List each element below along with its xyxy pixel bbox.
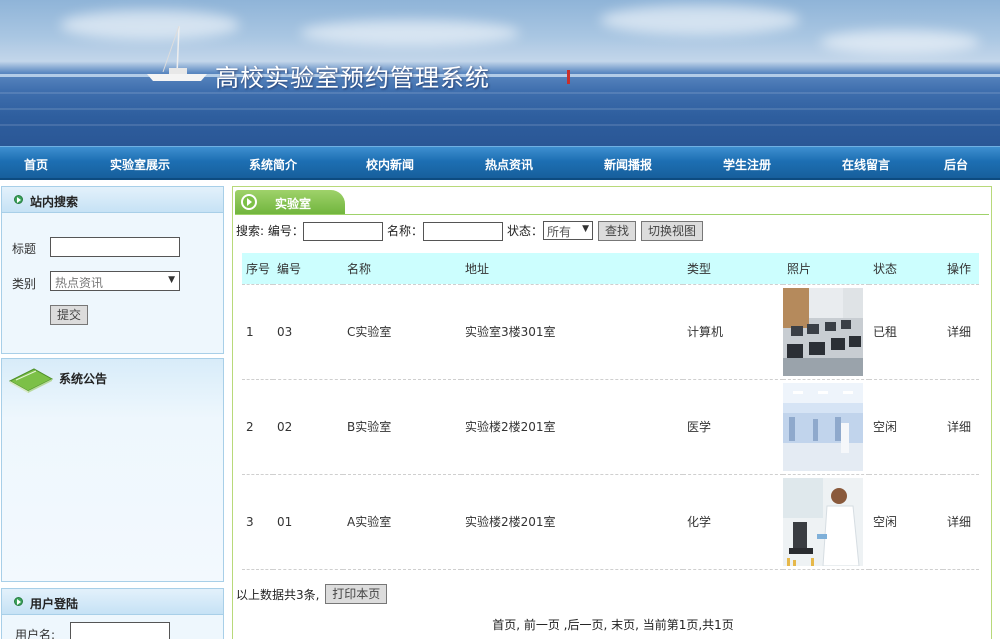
cell-name: A实验室 [343, 473, 461, 569]
main-nav: 首页 实验室展示 系统简介 校内新闻 热点资讯 新闻播报 学生注册 在线留言 后… [0, 146, 1000, 180]
cell-type: 医学 [683, 378, 783, 474]
computer-lab-photo[interactable] [783, 287, 863, 376]
col-index: 序号 [242, 253, 273, 284]
header-banner: 高校实验室预约管理系统 [0, 0, 1000, 146]
notice-panel: 系统公告 [1, 358, 224, 582]
detail-link[interactable]: 详细 [943, 378, 979, 474]
play-circle-icon [241, 194, 257, 210]
chevron-down-icon: ▼ [168, 275, 175, 285]
nav-item-campus-news[interactable]: 校内新闻 [366, 156, 414, 173]
col-photo: 照片 [783, 253, 869, 284]
chemistry-lab-photo[interactable] [783, 477, 863, 566]
cell-index: 3 [242, 473, 273, 569]
nav-item-student-register[interactable]: 学生注册 [723, 156, 771, 173]
site-title: 高校实验室预约管理系统 [215, 64, 490, 92]
col-address: 地址 [461, 253, 683, 284]
username-input[interactable] [70, 622, 170, 639]
status-select[interactable]: 所有 ▼ [543, 221, 593, 240]
find-button[interactable]: 查找 [598, 221, 637, 241]
col-name: 名称 [343, 253, 461, 284]
name-input[interactable] [423, 222, 503, 241]
buoy-icon [567, 70, 570, 84]
cell-address: 实验室3楼301室 [461, 283, 683, 379]
cell-status: 空闲 [869, 378, 943, 474]
login-header: 用户登陆 [2, 589, 223, 615]
cell-code: 02 [273, 378, 343, 474]
cell-code: 03 [273, 283, 343, 379]
username-label: 用户名: [15, 628, 56, 639]
book-icon [8, 368, 54, 393]
chevron-down-icon: ▼ [582, 224, 589, 234]
nav-item-lab-display[interactable]: 实验室展示 [110, 156, 170, 173]
cell-code: 01 [273, 473, 343, 569]
site-search-heading: 站内搜索 [30, 195, 79, 209]
col-type: 类型 [683, 253, 783, 284]
tab-lab-label: 实验室 [275, 197, 312, 211]
submit-button[interactable]: 提交 [50, 305, 89, 325]
cell-address: 实验楼2楼201室 [461, 378, 683, 474]
login-heading: 用户登陆 [30, 597, 79, 611]
medical-lab-photo[interactable] [783, 382, 863, 471]
table-row: 3 01 A实验室 实验楼2楼201室 化学 空闲 详细 [242, 473, 979, 569]
cell-type: 计算机 [683, 283, 783, 379]
site-search-header: 站内搜索 [2, 187, 223, 213]
lab-table: 序号 编号 名称 地址 类型 照片 状态 操作 1 03 C实验室 实验室3楼3… [242, 253, 979, 570]
cell-name: B实验室 [343, 378, 461, 474]
code-input[interactable] [303, 222, 383, 241]
title-label: 标题 [12, 242, 37, 256]
table-row: 1 03 C实验室 实验室3楼301室 计算机 已租 详细 [242, 283, 979, 379]
site-search-panel: 站内搜索 标题 类别 热点资讯 ▼ 提交 [1, 186, 224, 354]
bullet-arrow-icon [14, 195, 23, 204]
table-summary: 以上数据共3条, 打印本页 [236, 584, 388, 605]
status-select-value: 所有 [547, 225, 572, 239]
nav-item-home[interactable]: 首页 [24, 156, 48, 173]
lab-list-panel: 实验室 搜索: 编号： 名称： 状态： 所有 ▼ 查找 切换视图 序号 编号 名… [232, 186, 992, 639]
col-status: 状态 [869, 253, 943, 284]
detail-link[interactable]: 详细 [943, 283, 979, 379]
nav-item-system-intro[interactable]: 系统简介 [249, 156, 297, 173]
nav-item-message-board[interactable]: 在线留言 [842, 156, 890, 173]
bullet-arrow-icon [14, 597, 23, 606]
notice-heading: 系统公告 [59, 372, 108, 386]
nav-item-news-broadcast[interactable]: 新闻播报 [604, 156, 652, 173]
category-label: 类别 [12, 277, 37, 291]
search-code-label: 搜索: 编号： [236, 224, 304, 238]
print-button[interactable]: 打印本页 [325, 584, 388, 604]
title-input[interactable] [50, 237, 180, 257]
table-row: 2 02 B实验室 实验楼2楼201室 医学 空闲 详细 [242, 378, 979, 474]
col-code: 编号 [273, 253, 343, 284]
category-select[interactable]: 热点资讯 ▼ [50, 271, 180, 291]
cell-status: 已租 [869, 283, 943, 379]
nav-item-hot-info[interactable]: 热点资讯 [485, 156, 533, 173]
sailboat-icon [147, 25, 207, 81]
tab-lab[interactable]: 实验室 [235, 190, 345, 215]
cell-status: 空闲 [869, 473, 943, 569]
search-status-label: 状态： [507, 224, 544, 238]
pagination[interactable]: 首页, 前一页 ,后一页, 末页, 当前第1页,共1页 [233, 616, 993, 633]
summary-text: 以上数据共3条, [236, 588, 320, 602]
nav-item-admin[interactable]: 后台 [944, 156, 968, 173]
cell-type: 化学 [683, 473, 783, 569]
cell-index: 1 [242, 283, 273, 379]
table-header-row: 序号 编号 名称 地址 类型 照片 状态 操作 [242, 253, 979, 284]
cell-address: 实验楼2楼201室 [461, 473, 683, 569]
detail-link[interactable]: 详细 [943, 473, 979, 569]
login-panel: 用户登陆 用户名: [1, 588, 224, 639]
col-action: 操作 [943, 253, 979, 284]
search-name-label: 名称： [387, 224, 424, 238]
cell-name: C实验室 [343, 283, 461, 379]
category-select-value: 热点资讯 [55, 276, 104, 290]
switch-view-button[interactable]: 切换视图 [641, 221, 704, 241]
cell-index: 2 [242, 378, 273, 474]
